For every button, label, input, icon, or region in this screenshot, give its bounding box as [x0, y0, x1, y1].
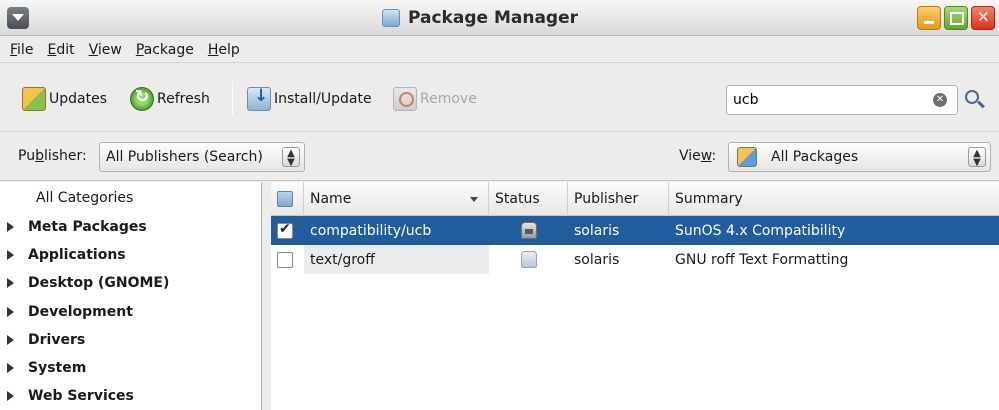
updown-arrows-icon: ▲ ▼ — [282, 147, 300, 168]
column-header-publisher[interactable]: Publisher — [568, 182, 669, 216]
publisher-combo-value: All Publishers (Search) — [106, 149, 263, 165]
not-installed-status-icon — [520, 251, 537, 268]
filter-bar: Publisher: All Publishers (Search) ▲ ▼ Vi… — [0, 133, 999, 181]
remove-label: Remove — [420, 91, 477, 107]
category-development[interactable]: Development — [0, 298, 262, 326]
select-all-checkbox[interactable] — [277, 191, 293, 207]
row-checkbox[interactable] — [277, 221, 293, 239]
remove-button[interactable]: Remove — [393, 86, 477, 112]
package-manager-window: Package Manager File Edit View Package H… — [0, 0, 999, 410]
search-box[interactable]: ✕ — [726, 85, 958, 115]
table-row[interactable]: compatibility/ucb solaris SunOS 4.x Comp… — [271, 216, 999, 245]
row-summary: SunOS 4.x Compatibility — [675, 222, 846, 239]
window-title: Package Manager — [408, 8, 578, 28]
updates-label: Updates — [49, 91, 107, 107]
category-system[interactable]: System — [0, 354, 262, 382]
package-table: Name Status Publisher Summary compatibil… — [271, 182, 999, 410]
expander-icon[interactable] — [7, 250, 14, 260]
updown-arrows-icon: ▲ ▼ — [968, 147, 986, 168]
installed-status-icon — [520, 222, 537, 239]
row-summary: GNU roff Text Formatting — [675, 251, 849, 268]
menu-edit[interactable]: Edit — [47, 42, 74, 58]
close-button[interactable] — [971, 6, 995, 30]
window-menu-icon[interactable] — [7, 7, 29, 29]
search-input[interactable] — [733, 90, 923, 110]
expander-icon[interactable] — [7, 363, 14, 373]
title-bar[interactable]: Package Manager — [0, 0, 999, 36]
row-name: text/groff — [310, 251, 375, 268]
row-name: compatibility/ucb — [310, 222, 432, 239]
pane-splitter[interactable] — [263, 182, 270, 410]
remove-icon — [393, 87, 417, 111]
category-desktop-gnome[interactable]: Desktop (GNOME) — [0, 269, 262, 297]
category-all[interactable]: All Categories — [36, 190, 133, 206]
toolbar: Updates Refresh Install/Update Remove ✕ — [0, 64, 999, 132]
install-update-button[interactable]: Install/Update — [247, 86, 372, 112]
clear-search-icon[interactable]: ✕ — [933, 93, 947, 107]
category-sidebar: All Categories Meta Packages Application… — [0, 182, 262, 410]
menu-bar: File Edit View Package Help — [0, 37, 999, 63]
view-combo[interactable]: All Packages ▲ ▼ — [728, 142, 991, 172]
install-update-label: Install/Update — [274, 91, 372, 107]
publisher-combo[interactable]: All Publishers (Search) ▲ ▼ — [99, 142, 305, 172]
column-select-all[interactable] — [271, 182, 304, 216]
category-meta-packages[interactable]: Meta Packages — [0, 213, 262, 241]
category-drivers[interactable]: Drivers — [0, 326, 262, 354]
column-header-summary[interactable]: Summary — [669, 182, 999, 216]
refresh-button[interactable]: Refresh — [130, 86, 210, 112]
row-checkbox[interactable] — [277, 251, 293, 268]
category-applications[interactable]: Applications — [0, 241, 262, 269]
expander-icon[interactable] — [7, 222, 14, 232]
expander-icon[interactable] — [7, 278, 14, 288]
row-publisher: solaris — [574, 222, 620, 239]
minimize-button[interactable] — [917, 6, 941, 30]
updates-button[interactable]: Updates — [22, 86, 107, 112]
search-button[interactable] — [963, 88, 987, 112]
view-label: View: — [679, 148, 717, 164]
column-header-status[interactable]: Status — [489, 182, 568, 216]
table-header: Name Status Publisher Summary — [271, 182, 999, 216]
sort-descending-icon — [470, 197, 478, 202]
category-web-services[interactable]: Web Services — [0, 382, 262, 410]
expander-icon[interactable] — [7, 335, 14, 345]
column-header-name[interactable]: Name — [304, 182, 489, 216]
refresh-icon — [130, 87, 154, 111]
table-row[interactable]: text/groff solaris GNU roff Text Formatt… — [271, 245, 999, 274]
expander-icon[interactable] — [7, 391, 14, 401]
menu-help[interactable]: Help — [208, 42, 240, 58]
menu-view[interactable]: View — [89, 42, 122, 58]
updates-icon — [22, 87, 46, 111]
maximize-button[interactable] — [944, 6, 968, 30]
install-icon — [247, 86, 271, 111]
package-manager-icon — [382, 9, 400, 27]
expander-icon[interactable] — [7, 307, 14, 317]
view-combo-value: All Packages — [771, 149, 859, 165]
row-publisher: solaris — [574, 251, 620, 268]
window-title-group: Package Manager — [382, 7, 578, 29]
menu-file[interactable]: File — [10, 42, 33, 58]
packages-icon — [737, 147, 757, 167]
toolbar-separator — [232, 82, 233, 116]
publisher-label: Publisher: — [18, 148, 87, 164]
refresh-label: Refresh — [157, 91, 210, 107]
menu-package[interactable]: Package — [136, 42, 194, 58]
